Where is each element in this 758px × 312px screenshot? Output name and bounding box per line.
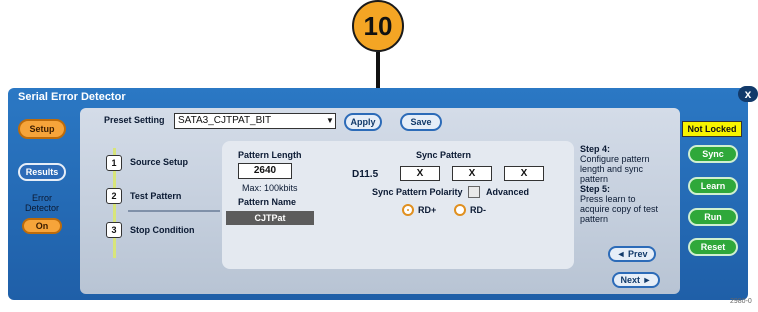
preset-setting-select[interactable]: SATA3_CJTPAT_BIT: [174, 113, 336, 129]
pattern-max-label: Max: 100kbits: [242, 183, 298, 193]
step-number-3[interactable]: 3: [106, 222, 122, 238]
rd-minus-radio[interactable]: [454, 204, 466, 216]
step-test-pattern[interactable]: Test Pattern: [130, 191, 181, 201]
reset-button[interactable]: Reset: [688, 238, 738, 256]
next-button[interactable]: Next ►: [612, 272, 660, 288]
setup-button[interactable]: Setup: [18, 119, 66, 139]
rd-minus-label: RD-: [470, 205, 486, 215]
sync-button[interactable]: Sync: [688, 145, 738, 163]
learn-button[interactable]: Learn: [688, 177, 738, 195]
pattern-length-input[interactable]: 2640: [238, 163, 292, 179]
step4-text: Configure pattern length and sync patter…: [580, 154, 650, 184]
step-number-1[interactable]: 1: [106, 155, 122, 171]
step-stop-condition[interactable]: Stop Condition: [130, 225, 194, 235]
sync-field-2[interactable]: X: [452, 166, 492, 181]
run-button[interactable]: Run: [688, 208, 738, 226]
step4-title: Step 4:: [580, 144, 611, 154]
step5-title: Step 5:: [580, 184, 611, 194]
step5-text: Press learn to acquire copy of test patt…: [580, 194, 659, 224]
close-button[interactable]: x: [738, 86, 758, 102]
rd-plus-radio[interactable]: [402, 204, 414, 216]
chevron-down-icon[interactable]: ▼: [324, 113, 336, 129]
results-button[interactable]: Results: [18, 163, 66, 181]
step-number-2[interactable]: 2: [106, 188, 122, 204]
save-button[interactable]: Save: [400, 113, 442, 131]
pattern-name-label: Pattern Name: [238, 197, 297, 207]
prev-button[interactable]: ◄ Prev: [608, 246, 656, 262]
sync-field-3[interactable]: X: [504, 166, 544, 181]
apply-button[interactable]: Apply: [344, 113, 382, 131]
window-title: Serial Error Detector: [18, 91, 126, 103]
radio-selected-dot: [407, 209, 409, 211]
sync-d-value: D11.5: [352, 169, 379, 180]
advanced-label: Advanced: [486, 187, 530, 197]
advanced-checkbox[interactable]: [468, 186, 480, 198]
sync-pattern-title: Sync Pattern: [416, 150, 472, 160]
callout-number: 10: [352, 0, 404, 52]
rd-plus-label: RD+: [418, 205, 437, 215]
error-detector-toggle[interactable]: On: [22, 218, 62, 234]
figure-id: 2980-0: [730, 298, 752, 305]
instructions: Step 4: Configure pattern length and syn…: [580, 144, 664, 224]
preset-setting-label: Preset Setting: [104, 115, 165, 125]
lock-status-badge: Not Locked: [682, 121, 742, 137]
sync-polarity-label: Sync Pattern Polarity: [372, 187, 463, 197]
error-detector-label: Error Detector: [24, 193, 59, 213]
sync-field-1[interactable]: X: [400, 166, 440, 181]
pattern-name-field[interactable]: CJTPat: [226, 211, 314, 225]
active-step-indicator: [128, 210, 220, 212]
step-source-setup[interactable]: Source Setup: [130, 157, 188, 167]
pattern-length-label: Pattern Length: [238, 150, 302, 160]
